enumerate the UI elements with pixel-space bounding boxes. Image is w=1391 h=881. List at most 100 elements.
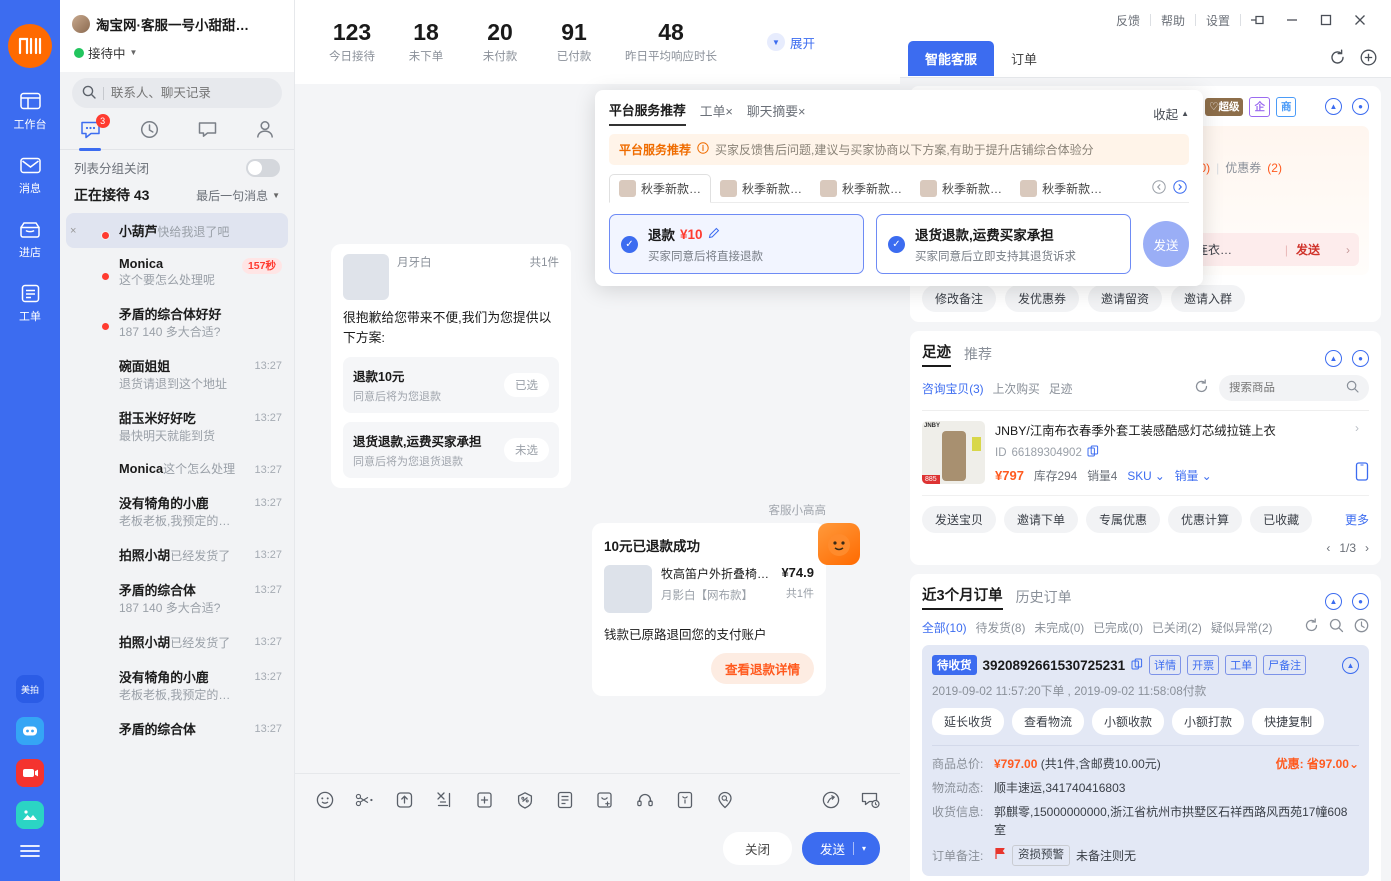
stats-expand-button[interactable]: ▼ 展开 bbox=[767, 33, 815, 52]
pager-next[interactable]: › bbox=[1365, 541, 1369, 555]
order-filter[interactable]: 未完成(0) bbox=[1034, 619, 1084, 636]
feedback-link[interactable]: 反馈 bbox=[1106, 12, 1150, 29]
list-item[interactable]: 没有犄角的小鹿老板老板,我预定的… 13:27 bbox=[60, 485, 294, 537]
help-link[interactable]: 帮助 bbox=[1151, 12, 1195, 29]
popup-send-button[interactable]: 发送 bbox=[1143, 221, 1189, 267]
gallery-app-icon[interactable] bbox=[16, 801, 44, 829]
info-icon[interactable] bbox=[697, 142, 709, 157]
popup-tab-chat-summary[interactable]: 聊天摘要× bbox=[747, 101, 806, 125]
copy-icon[interactable] bbox=[1087, 445, 1099, 460]
order-form-icon[interactable] bbox=[555, 790, 574, 809]
hamburger-menu-icon[interactable] bbox=[19, 843, 41, 861]
account-row[interactable]: 淘宝网·客服一号小甜甜… bbox=[72, 14, 282, 34]
coupon-icon[interactable] bbox=[595, 790, 614, 809]
gift-send-button[interactable]: 发送 bbox=[1296, 241, 1320, 258]
tab-messages[interactable] bbox=[198, 121, 217, 141]
dot-circle-icon[interactable]: ● bbox=[1352, 593, 1369, 610]
popup-card-return-refund[interactable]: ✓ 退货退款,运费买家承担 买家同意后立即支持其退货诉求 bbox=[876, 214, 1131, 274]
dot-circle-icon[interactable]: ● bbox=[1352, 98, 1369, 115]
history-chat-icon[interactable] bbox=[861, 790, 880, 809]
list-item[interactable]: 没有犄角的小鹿老板老板,我预定的… 13:27 bbox=[60, 659, 294, 711]
order-filter[interactable]: 待发货(8) bbox=[976, 619, 1026, 636]
chevron-up-circle-icon[interactable]: ▲ bbox=[1325, 593, 1342, 610]
footprint-action-chip[interactable]: 优惠计算 bbox=[1168, 506, 1243, 533]
pin-icon[interactable] bbox=[1241, 5, 1275, 35]
list-item[interactable]: × 小葫芦快给我退了吧 bbox=[66, 213, 288, 248]
chevron-down-icon[interactable]: ▾ bbox=[862, 844, 866, 853]
headset-icon[interactable] bbox=[635, 790, 654, 809]
footprint-action-chip[interactable]: 已收藏 bbox=[1250, 506, 1313, 533]
search-product-icon[interactable] bbox=[715, 790, 734, 809]
order-filter[interactable]: 已完成(0) bbox=[1093, 619, 1143, 636]
order-filter[interactable]: 全部(10) bbox=[922, 619, 967, 636]
footprint-action-chip[interactable]: 专属优惠 bbox=[1086, 506, 1161, 533]
search-input[interactable] bbox=[110, 86, 272, 100]
video-app-icon[interactable] bbox=[16, 759, 44, 787]
chevron-left-circle-icon[interactable] bbox=[1152, 179, 1166, 197]
stat-item[interactable]: 123 今日接待 bbox=[315, 19, 389, 64]
upload-icon[interactable] bbox=[395, 790, 414, 809]
customer-action-chip[interactable]: 修改备注 bbox=[922, 285, 997, 312]
list-item[interactable]: 甜玉米好好吃最快明天就能到货 13:27 bbox=[60, 400, 294, 452]
sku-select[interactable]: SKU ⌄ bbox=[1127, 469, 1164, 483]
popup-product-tab[interactable]: 秋季新款… bbox=[1011, 175, 1111, 202]
emoji-icon[interactable] bbox=[315, 790, 334, 809]
add-circle-icon[interactable] bbox=[1360, 49, 1377, 69]
chevron-up-circle-icon[interactable]: ▲ bbox=[1342, 656, 1359, 674]
customer-action-chip[interactable]: 发优惠券 bbox=[1005, 285, 1080, 312]
order-action-chip[interactable]: 快捷复制 bbox=[1252, 708, 1325, 735]
maximize-icon[interactable] bbox=[1309, 5, 1343, 35]
share-icon[interactable] bbox=[821, 790, 840, 809]
popup-collapse-button[interactable]: 收起 ▲ bbox=[1153, 104, 1189, 123]
filter-footprint[interactable]: 足迹 bbox=[1049, 380, 1073, 397]
order-filter[interactable]: 已关闭(2) bbox=[1152, 619, 1202, 636]
list-item[interactable]: Monica这个怎么处理 13:27 bbox=[60, 452, 294, 485]
footprint-more-link[interactable]: 更多 bbox=[1345, 511, 1369, 528]
close-button[interactable]: 关闭 bbox=[722, 831, 792, 865]
list-item[interactable]: 碗面姐姐退货请退到这个地址 13:27 bbox=[60, 348, 294, 400]
checkbox-checked-icon[interactable]: ✓ bbox=[621, 235, 638, 253]
list-item[interactable]: 矛盾的综合体 187 140 多大合适? 13:27 bbox=[60, 572, 294, 624]
search-box[interactable] bbox=[72, 78, 282, 108]
order-action-chip[interactable]: 小额打款 bbox=[1172, 708, 1245, 735]
serving-sort[interactable]: 最后一句消息 ▼ bbox=[196, 187, 280, 204]
order-ticket-button[interactable]: 工单 bbox=[1225, 655, 1258, 675]
footprint-search-box[interactable] bbox=[1219, 375, 1369, 401]
bubble-option-row[interactable]: 退货退款,运费买家承担 同意后将为您退货退款 未选 bbox=[343, 421, 559, 478]
close-icon[interactable]: × bbox=[70, 225, 76, 237]
bubble-option-row[interactable]: 退款10元 同意后将为您退款 已选 bbox=[343, 356, 559, 413]
chevron-right-icon[interactable]: › bbox=[1346, 243, 1350, 257]
status-selector[interactable]: 接待中 ▼ bbox=[74, 43, 282, 62]
stat-item[interactable]: 91 已付款 bbox=[537, 19, 611, 64]
chevron-up-circle-icon[interactable]: ▲ bbox=[1325, 350, 1342, 367]
chevron-up-circle-icon[interactable]: ▲ bbox=[1325, 98, 1342, 115]
popup-card-refund[interactable]: ✓ 退款 ¥10 买家同意后将直接退款 bbox=[609, 214, 864, 274]
clock-icon[interactable] bbox=[1354, 618, 1369, 636]
copy-icon[interactable] bbox=[1131, 658, 1143, 673]
list-item[interactable]: 矛盾的综合体 13:27 bbox=[60, 711, 294, 746]
popup-product-tab[interactable]: 秋季新款… bbox=[811, 175, 911, 202]
footprint-tab-recommend[interactable]: 推荐 bbox=[964, 344, 992, 367]
checkbox-checked-icon[interactable]: ✓ bbox=[888, 235, 905, 253]
group-toggle-row[interactable]: 列表分组关闭 bbox=[60, 150, 294, 183]
order-invoice-button[interactable]: 开票 bbox=[1187, 655, 1220, 675]
popup-product-tab[interactable]: 秋季新款… bbox=[609, 174, 712, 203]
sales-select[interactable]: 销量 ⌄ bbox=[1175, 467, 1212, 484]
stat-item[interactable]: 18 未下单 bbox=[389, 19, 463, 64]
order-remark-button[interactable]: 尸备注 bbox=[1263, 655, 1307, 675]
refresh-icon[interactable] bbox=[1304, 618, 1319, 636]
refresh-icon[interactable] bbox=[1329, 49, 1346, 69]
chevron-right-icon[interactable]: › bbox=[1355, 421, 1359, 435]
tab-smart-service[interactable]: 智能客服 bbox=[908, 41, 995, 76]
popup-product-tab[interactable]: 秋季新款… bbox=[711, 175, 811, 202]
tab-history[interactable] bbox=[140, 120, 159, 142]
popup-tab-ticket[interactable]: 工单× bbox=[700, 101, 733, 125]
card-icon[interactable] bbox=[475, 790, 494, 809]
footprint-tab-active[interactable]: 足迹 bbox=[922, 341, 951, 367]
stat-item[interactable]: 20 未付款 bbox=[463, 19, 537, 64]
gift-icon[interactable] bbox=[675, 790, 694, 809]
tab-orders[interactable]: 订单 bbox=[994, 41, 1054, 76]
meitu-app-icon[interactable]: 美拍 bbox=[16, 675, 44, 703]
filter-consulted-items[interactable]: 咨询宝贝(3) bbox=[922, 380, 984, 397]
order-action-chip[interactable]: 延长收货 bbox=[932, 708, 1005, 735]
